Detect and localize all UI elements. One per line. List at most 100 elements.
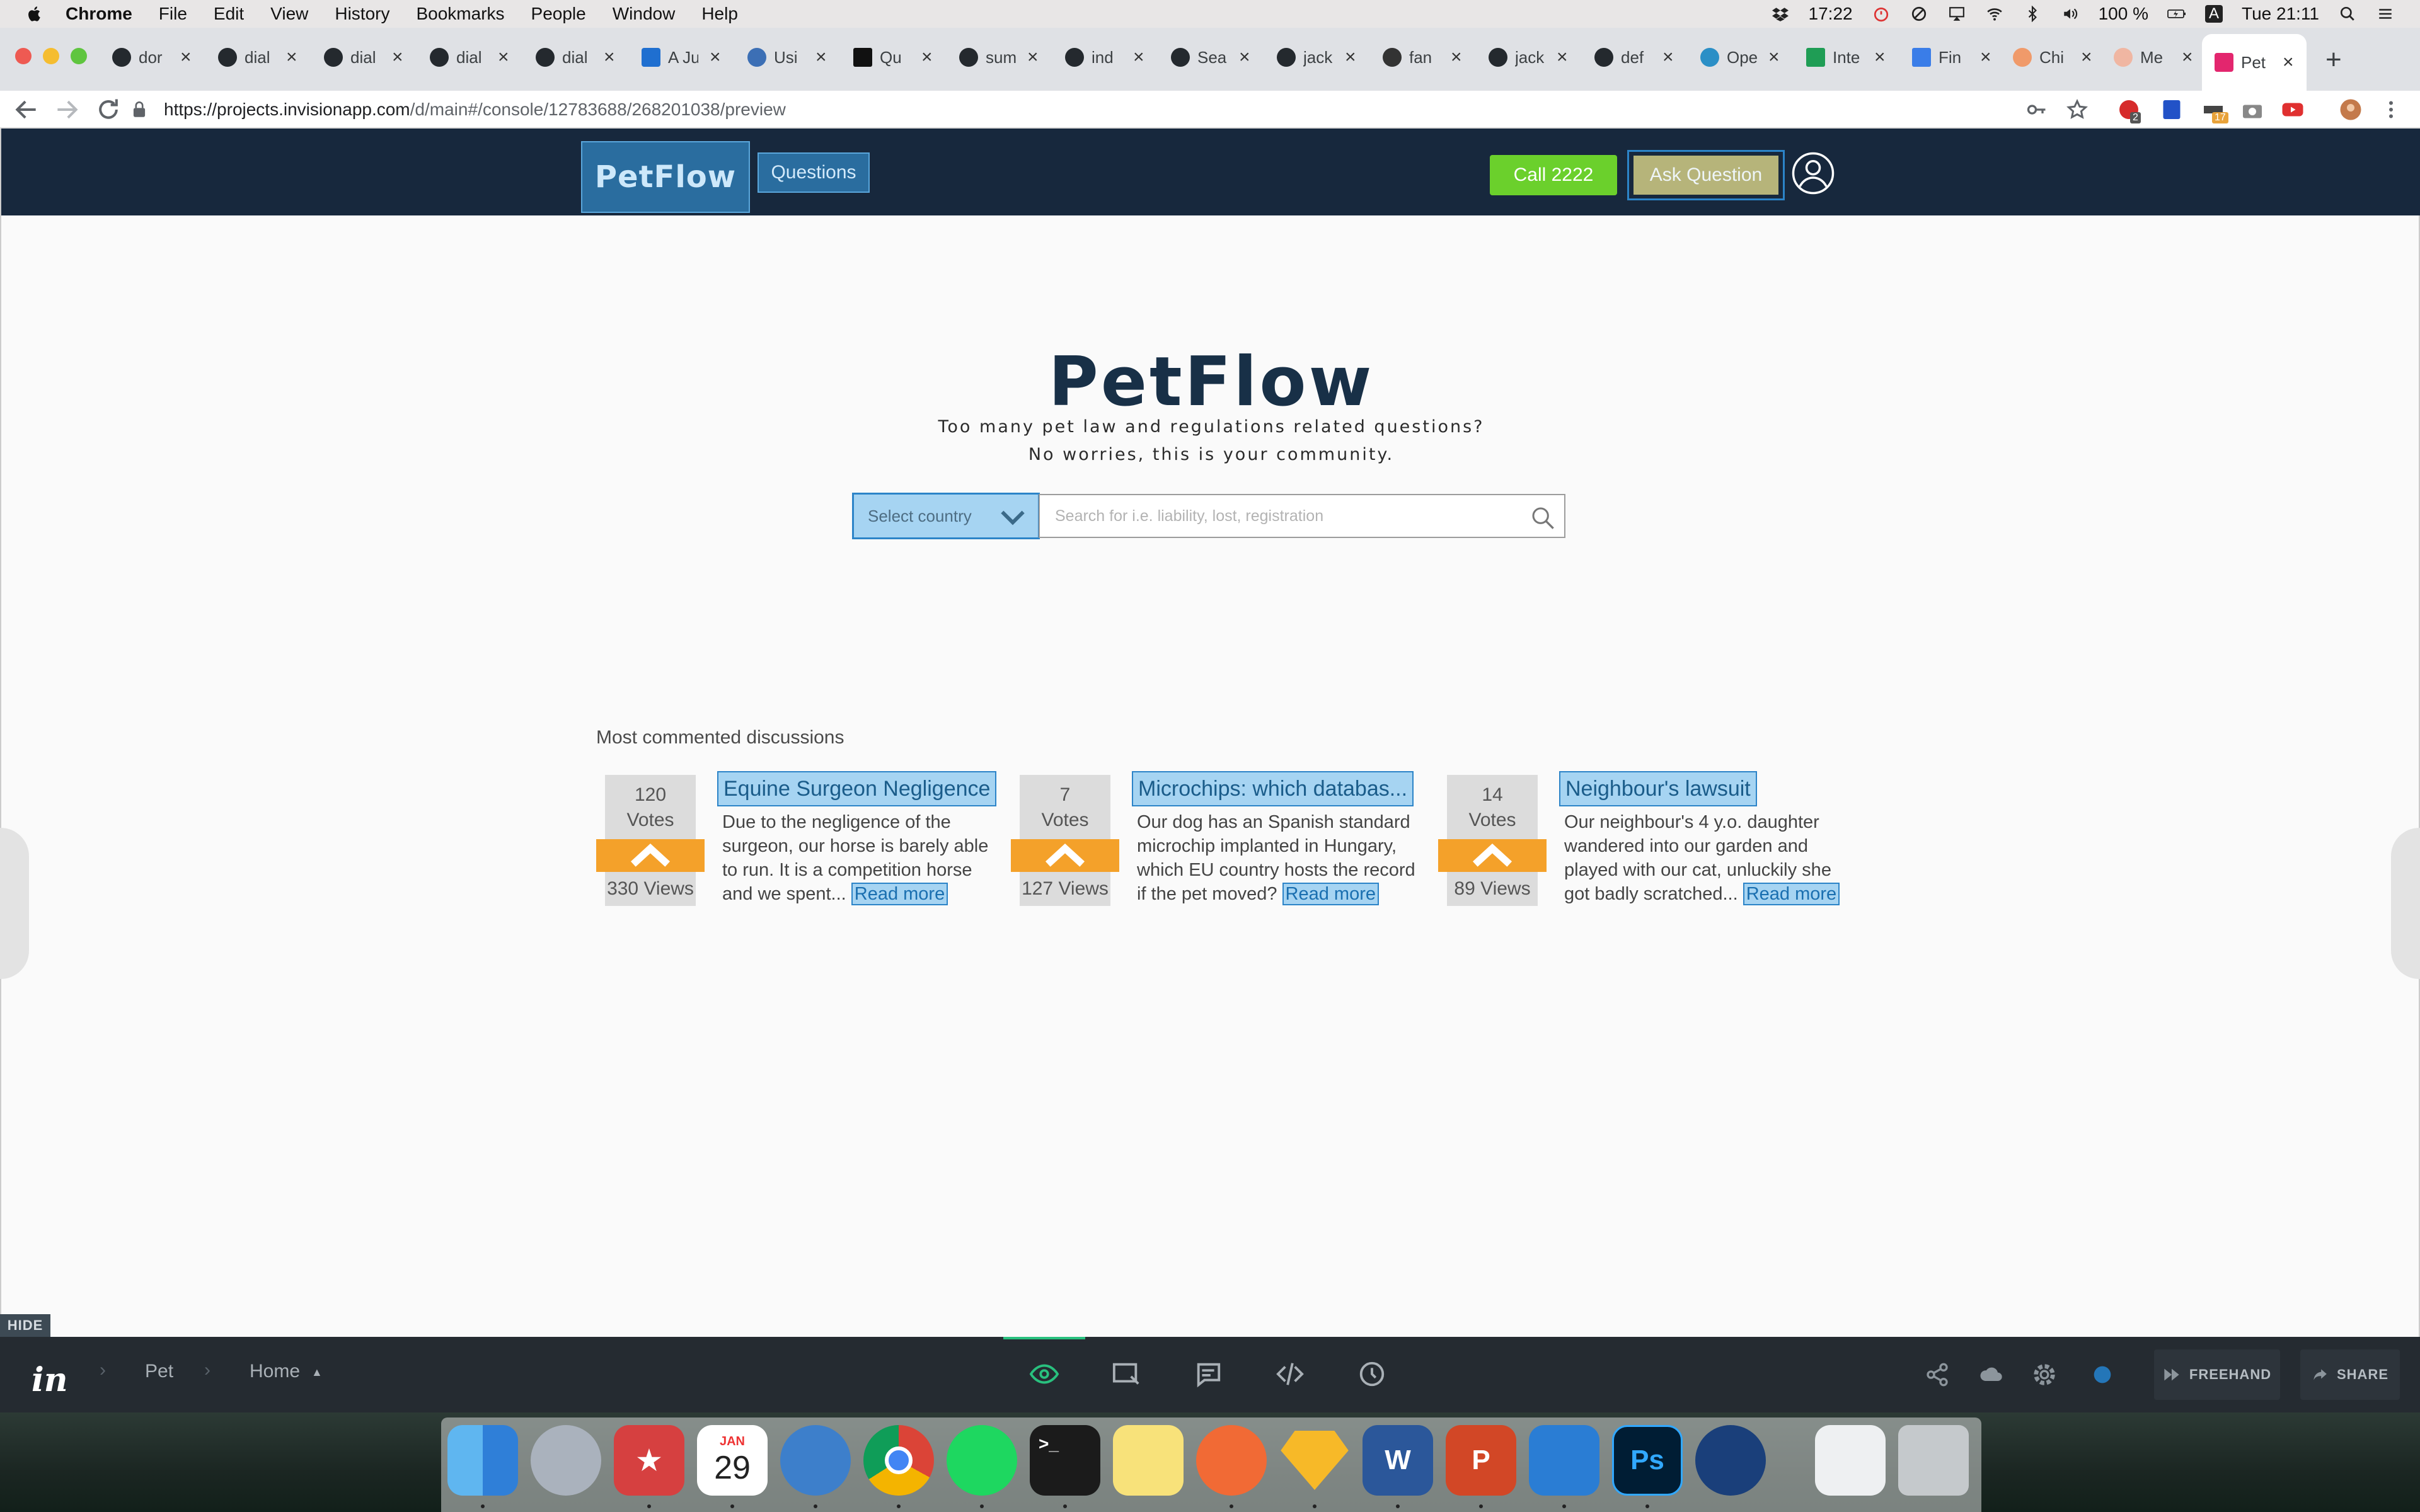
menu-help[interactable]: Help — [701, 4, 738, 24]
lock-icon[interactable] — [132, 101, 146, 118]
menu-bookmarks[interactable]: Bookmarks — [416, 4, 504, 24]
country-select[interactable]: Select country — [852, 493, 1040, 539]
terminal-icon[interactable]: >_ — [1030, 1425, 1100, 1496]
close-tab-icon[interactable]: × — [498, 47, 509, 68]
document-icon[interactable] — [1815, 1425, 1886, 1496]
close-tab-icon[interactable]: × — [1874, 47, 1886, 68]
close-tab-icon[interactable]: × — [815, 47, 827, 68]
close-tab-icon[interactable]: × — [2081, 47, 2092, 68]
tab-active-pet[interactable]: Pet × — [2202, 34, 2307, 91]
postman-icon[interactable] — [1196, 1425, 1267, 1496]
logo-button[interactable]: PetFlow — [581, 141, 750, 213]
menu-history[interactable]: History — [335, 4, 389, 24]
tab-5[interactable]: dial × — [536, 37, 615, 78]
close-tab-icon[interactable]: × — [710, 47, 721, 68]
finder-icon[interactable] — [447, 1425, 518, 1496]
zoom-window-button[interactable] — [71, 48, 87, 64]
user-profile-icon[interactable] — [1791, 151, 1835, 195]
read-more-link[interactable]: Read more — [851, 883, 948, 905]
comment-icon[interactable] — [1192, 1360, 1224, 1389]
history-clock-icon[interactable] — [1356, 1360, 1388, 1389]
dropbox-icon[interactable] — [1771, 6, 1790, 22]
close-tab-icon[interactable]: × — [286, 47, 297, 68]
bookmark-app-icon[interactable]: ★ — [614, 1425, 684, 1496]
camera-icon[interactable] — [2241, 98, 2264, 121]
menu-app-name[interactable]: Chrome — [66, 4, 132, 24]
photoshop-icon[interactable]: Ps — [1612, 1425, 1683, 1496]
extension-blue-icon[interactable] — [2160, 98, 2183, 121]
share-button[interactable]: SHARE — [2300, 1349, 2400, 1400]
invision-logo[interactable]: in — [32, 1361, 68, 1399]
key-icon[interactable] — [2025, 98, 2048, 121]
menu-people[interactable]: People — [531, 4, 586, 24]
vscode-icon[interactable] — [1529, 1425, 1599, 1496]
quicktime-icon[interactable] — [1695, 1425, 1766, 1496]
tab-20[interactable]: Me × — [2114, 37, 2193, 78]
battery-icon[interactable] — [2167, 6, 2186, 22]
close-tab-icon[interactable]: × — [2283, 52, 2294, 73]
upvote-button[interactable] — [1438, 839, 1547, 872]
address-bar[interactable]: https://projects.invisionapp.com/d/main#… — [133, 91, 786, 129]
tab-4[interactable]: dial × — [430, 37, 509, 78]
discussion-title[interactable]: Neighbour's lawsuit — [1559, 771, 1757, 806]
close-tab-icon[interactable]: × — [1662, 47, 1674, 68]
tab-14[interactable]: jack × — [1489, 37, 1568, 78]
ask-question-button[interactable]: Ask Question — [1627, 150, 1785, 200]
caret-up-icon[interactable]: ▲ — [311, 1366, 323, 1379]
notification-center-icon[interactable] — [2376, 6, 2395, 22]
tab-18[interactable]: Fin × — [1912, 37, 1991, 78]
new-tab-button[interactable]: + — [2325, 44, 2342, 76]
search-icon[interactable] — [1530, 505, 1555, 530]
tab-1[interactable]: dor × — [112, 37, 192, 78]
read-more-link[interactable]: Read more — [1743, 883, 1840, 905]
spotify-icon[interactable] — [947, 1425, 1017, 1496]
reload-icon[interactable] — [95, 96, 122, 123]
close-tab-icon[interactable]: × — [2182, 47, 2193, 68]
tab-6[interactable]: A Ju × — [642, 37, 721, 78]
menu-edit[interactable]: Edit — [214, 4, 244, 24]
cloud-sync-icon[interactable] — [1979, 1362, 2004, 1387]
search-input[interactable] — [1055, 507, 1521, 525]
chrome-icon[interactable] — [863, 1425, 934, 1496]
discussion-title[interactable]: Microchips: which databas... — [1132, 771, 1414, 806]
discussion-title[interactable]: Equine Surgeon Negligence — [717, 771, 997, 806]
tab-3[interactable]: dial × — [324, 37, 403, 78]
tab-8[interactable]: Qu × — [853, 37, 933, 78]
battery-percent[interactable]: 100 % — [2099, 4, 2148, 24]
close-tab-icon[interactable]: × — [921, 47, 933, 68]
inspect-code-icon[interactable] — [1274, 1360, 1306, 1389]
launchpad-icon[interactable] — [531, 1425, 601, 1496]
tab-7[interactable]: Usi × — [747, 37, 827, 78]
datetime[interactable]: Tue 21:11 — [2242, 4, 2319, 24]
menu-window[interactable]: Window — [613, 4, 676, 24]
read-more-link[interactable]: Read more — [1282, 883, 1380, 905]
call-button[interactable]: Call 2222 — [1490, 155, 1617, 195]
back-icon[interactable] — [13, 96, 40, 123]
close-tab-icon[interactable]: × — [604, 47, 615, 68]
hide-toolbar-button[interactable]: HIDE — [0, 1314, 50, 1337]
close-tab-icon[interactable]: × — [1345, 47, 1356, 68]
clock-status[interactable]: 17:22 — [1809, 4, 1853, 24]
prev-screen-arrow[interactable] — [0, 828, 29, 979]
trash-icon[interactable] — [1898, 1425, 1969, 1496]
close-tab-icon[interactable]: × — [1133, 47, 1144, 68]
tab-11[interactable]: Sea × — [1171, 37, 1250, 78]
tab-17[interactable]: Inte × — [1806, 37, 1886, 78]
upvote-button[interactable] — [596, 839, 705, 872]
user-avatar-dot[interactable] — [2090, 1362, 2115, 1387]
close-tab-icon[interactable]: × — [1239, 47, 1250, 68]
tab-16[interactable]: Ope × — [1700, 37, 1780, 78]
close-tab-icon[interactable]: × — [180, 47, 192, 68]
timer-icon[interactable] — [1872, 6, 1891, 22]
apple-icon[interactable] — [25, 4, 44, 23]
close-tab-icon[interactable]: × — [1557, 47, 1568, 68]
youtube-ext-icon[interactable] — [2281, 98, 2304, 121]
menu-view[interactable]: View — [270, 4, 308, 24]
powerpoint-icon[interactable]: P — [1446, 1425, 1516, 1496]
breadcrumb-project[interactable]: Pet — [145, 1361, 173, 1382]
input-source[interactable]: A — [2205, 5, 2223, 23]
bookmark-star-icon[interactable] — [2066, 98, 2089, 121]
tab-2[interactable]: dial × — [218, 37, 297, 78]
share-nodes-icon[interactable] — [1925, 1362, 1950, 1387]
notes-icon[interactable] — [1113, 1425, 1184, 1496]
